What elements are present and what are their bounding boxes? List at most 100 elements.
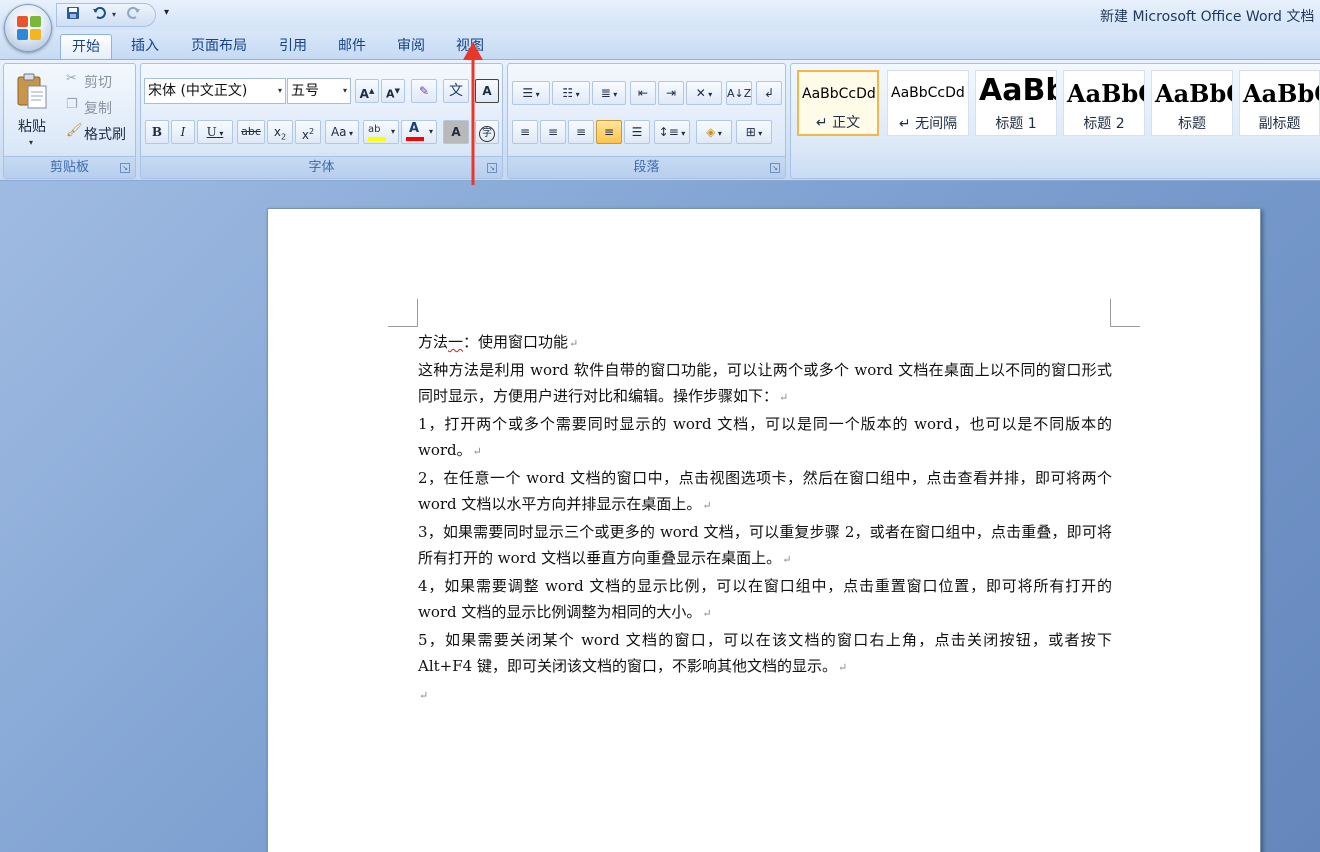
- multilevel-list-button[interactable]: ≣ ▾: [592, 81, 626, 105]
- style-normal[interactable]: AaBbCcDd ↵ 正文: [797, 70, 879, 136]
- document-paragraph: 这种方法是利用 word 软件自带的窗口功能，可以让两个或多个 word 文档在…: [418, 357, 1112, 411]
- heading-text: ：使用窗口功能: [463, 333, 569, 351]
- undo-dropdown-icon[interactable]: ▾: [112, 7, 116, 23]
- chevron-down-icon: ▾: [277, 86, 282, 95]
- save-icon[interactable]: [63, 6, 83, 24]
- justify-icon: ≡: [603, 125, 615, 139]
- align-center-button[interactable]: ≡: [540, 120, 566, 144]
- distributed-button[interactable]: ☰: [624, 120, 650, 144]
- customize-toolbar-icon[interactable]: ▾: [164, 7, 169, 18]
- undo-icon[interactable]: [89, 6, 109, 24]
- spelling-error-word: 一: [448, 333, 464, 351]
- paragraph-mark-icon: ↵: [702, 607, 712, 620]
- tab-page-layout[interactable]: 页面布局: [178, 34, 260, 60]
- copy-button[interactable]: ❐ 复制: [62, 96, 132, 118]
- font-group: 宋体 (中文正文) ▾ 五号 ▾ A▲ A▼ ✎ 文 A B I U ▾ abc…: [140, 63, 503, 179]
- paragraph-mark-icon: ↵: [419, 689, 429, 702]
- shrink-font-button[interactable]: A▼: [381, 79, 405, 103]
- show-marks-button[interactable]: ↲: [756, 81, 782, 105]
- paste-icon: [17, 73, 47, 109]
- style-name: ↵ 正文: [815, 115, 861, 131]
- text-direction-button[interactable]: ✕ ▾: [686, 81, 722, 105]
- superscript-button[interactable]: x2: [295, 120, 321, 144]
- font-name-value: 宋体 (中文正文): [148, 83, 248, 99]
- borders-icon: ⊞: [745, 125, 756, 139]
- style-subtitle[interactable]: AaBbC 副标题: [1239, 70, 1320, 136]
- increase-indent-button[interactable]: ⇥: [658, 81, 684, 105]
- document-paragraph: 4，如果需要调整 word 文档的显示比例，可以在窗口组中，点击重置窗口位置，即…: [418, 573, 1112, 627]
- style-no-spacing[interactable]: AaBbCcDd ↵ 无间隔: [887, 70, 969, 136]
- tab-insert[interactable]: 插入: [120, 34, 170, 60]
- style-heading-2[interactable]: AaBbC 标题 2: [1063, 70, 1145, 136]
- bullets-icon: ☰: [522, 86, 534, 100]
- chevron-down-icon: ▾: [342, 86, 347, 95]
- highlight-button[interactable]: ab ▾: [363, 120, 399, 144]
- justify-button[interactable]: ≡: [596, 120, 622, 144]
- clear-formatting-button[interactable]: ✎: [411, 79, 437, 103]
- decrease-indent-icon: ⇤: [637, 86, 649, 100]
- bold-icon: B: [151, 125, 163, 139]
- numbering-icon: ☷: [562, 86, 574, 100]
- paragraph-group: ☰ ▾ ☷ ▾ ≣ ▾ ⇤ ⇥ ✕ ▾ A↓Z ↲ ≡ ≡ ≡ ≡ ☰ ↕≡ ▾…: [507, 63, 786, 179]
- borders-button[interactable]: ⊞ ▾: [736, 120, 772, 144]
- office-button[interactable]: [4, 4, 52, 52]
- font-launcher-icon[interactable]: ↘: [487, 163, 497, 173]
- paragraph-text: 1，打开两个或多个需要同时显示的 word 文档，可以是同一个版本的 word，…: [418, 415, 1112, 459]
- bold-button[interactable]: B: [145, 120, 169, 144]
- numbering-button[interactable]: ☷ ▾: [552, 81, 590, 105]
- redo-icon[interactable]: [124, 6, 144, 24]
- bullets-button[interactable]: ☰ ▾: [512, 81, 550, 105]
- annotation-arrow-icon: [463, 42, 483, 185]
- font-name-combo[interactable]: 宋体 (中文正文) ▾: [144, 78, 286, 104]
- superscript-icon: x2: [301, 127, 315, 142]
- shading-button[interactable]: ◈ ▾: [696, 120, 732, 144]
- style-sample: AaBbCcDd: [891, 85, 965, 101]
- cut-button[interactable]: ✂ 剪切: [62, 70, 132, 92]
- grow-font-button[interactable]: A▲: [355, 79, 379, 103]
- window-title: 新建 Microsoft Office Word 文档: [1100, 9, 1315, 25]
- office-logo-icon: [17, 16, 41, 40]
- font-size-combo[interactable]: 五号 ▾: [287, 78, 351, 104]
- multilevel-list-icon: ≣: [600, 86, 611, 100]
- title-bar: ▾ ▾ 新建 Microsoft Office Word 文档: [0, 0, 1320, 30]
- paste-button[interactable]: 粘贴 ▾: [8, 68, 56, 150]
- tab-home[interactable]: 开始: [60, 34, 112, 60]
- strikethrough-button[interactable]: abc: [237, 120, 265, 144]
- italic-button[interactable]: I: [171, 120, 195, 144]
- sort-button[interactable]: A↓Z: [726, 81, 752, 105]
- line-spacing-button[interactable]: ↕≡ ▾: [654, 120, 690, 144]
- paragraph-mark-icon: ↵: [472, 445, 482, 458]
- format-painter-label: 格式刷: [84, 127, 126, 143]
- tab-references[interactable]: 引用: [268, 34, 318, 60]
- style-sample: AaBbC: [1243, 79, 1319, 108]
- style-heading-1[interactable]: AaBb 标题 1: [975, 70, 1057, 136]
- paragraph-text: 5，如果需要关闭某个 word 文档的窗口，可以在该文档的窗口右上角，点击关闭按…: [418, 631, 1112, 675]
- paragraph-launcher-icon[interactable]: ↘: [770, 163, 780, 173]
- align-left-button[interactable]: ≡: [512, 120, 538, 144]
- paste-dropdown-icon[interactable]: ▾: [29, 138, 33, 147]
- paragraph-text: 4，如果需要调整 word 文档的显示比例，可以在窗口组中，点击重置窗口位置，即…: [418, 577, 1112, 621]
- clipboard-launcher-icon[interactable]: ↘: [120, 163, 130, 173]
- document-heading: 方法一：使用窗口功能↵: [418, 329, 1112, 357]
- document-body[interactable]: 方法一：使用窗口功能↵ 这种方法是利用 word 软件自带的窗口功能，可以让两个…: [418, 329, 1112, 709]
- subscript-button[interactable]: x2: [267, 120, 293, 144]
- style-sample: AaBb: [979, 73, 1056, 108]
- underline-button[interactable]: U ▾: [197, 120, 233, 144]
- tab-mailings[interactable]: 邮件: [326, 34, 378, 60]
- tab-review[interactable]: 审阅: [386, 34, 436, 60]
- align-right-button[interactable]: ≡: [568, 120, 594, 144]
- style-title[interactable]: AaBbC 标题: [1151, 70, 1233, 136]
- font-color-button[interactable]: A ▾: [401, 120, 437, 144]
- decrease-indent-button[interactable]: ⇤: [630, 81, 656, 105]
- increase-indent-icon: ⇥: [665, 86, 677, 100]
- change-case-button[interactable]: Aa ▾: [325, 120, 359, 144]
- subscript-icon: x2: [273, 125, 287, 142]
- document-page[interactable]: 方法一：使用窗口功能↵ 这种方法是利用 word 软件自带的窗口功能，可以让两个…: [267, 208, 1261, 852]
- format-painter-icon: 🖌: [66, 123, 83, 138]
- paragraph-mark-icon: ↵: [569, 337, 579, 350]
- paragraph-mark-icon: ↵: [837, 661, 848, 674]
- format-painter-button[interactable]: 🖌 格式刷: [62, 122, 134, 144]
- font-group-label: 字体: [141, 156, 502, 178]
- heading-text: 方法: [418, 333, 449, 351]
- copy-icon: ❐: [66, 97, 78, 112]
